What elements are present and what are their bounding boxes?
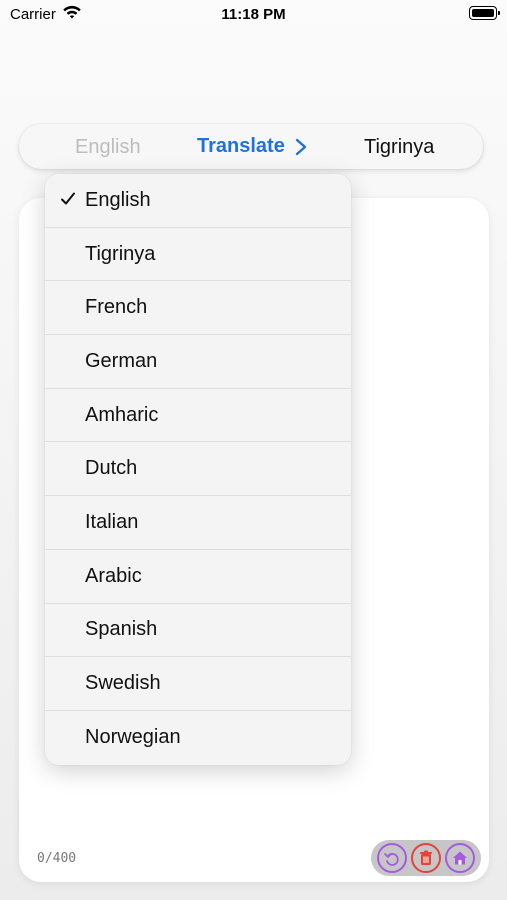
undo-icon [384, 853, 399, 866]
checkmark-icon [61, 192, 75, 205]
home-icon [453, 851, 467, 865]
menu-item-label: Italian [85, 510, 139, 533]
menu-item-label: Dutch [85, 457, 138, 480]
menu-item-italian[interactable]: Italian [45, 496, 351, 550]
undo-button[interactable] [377, 843, 407, 873]
menu-item-label: German [85, 349, 158, 372]
menu-item-label: Spanish [85, 618, 158, 641]
home-button[interactable] [445, 843, 475, 873]
language-dropdown-menu: English Tigrinya French German Amharic D… [45, 174, 351, 765]
source-language-button[interactable]: English [75, 136, 141, 159]
language-bar: English Translate Tigrinya [19, 124, 483, 169]
menu-item-swedish[interactable]: Swedish [45, 657, 351, 711]
menu-item-label: Amharic [85, 403, 159, 426]
translate-label: Translate [197, 135, 285, 157]
clear-button[interactable] [411, 843, 441, 873]
battery-icon [469, 6, 500, 20]
menu-item-label: English [85, 188, 151, 211]
menu-item-dutch[interactable]: Dutch [45, 442, 351, 497]
menu-item-french[interactable]: French [45, 281, 351, 336]
menu-item-label: Tigrinya [85, 242, 156, 265]
translate-button[interactable]: Translate [197, 135, 307, 158]
menu-item-german[interactable]: German [45, 335, 351, 389]
menu-item-label: Arabic [85, 564, 142, 587]
status-bar: Carrier 11:18 PM [0, 0, 507, 30]
menu-item-arabic[interactable]: Arabic [45, 550, 351, 604]
action-toolbar [371, 840, 481, 876]
chevron-right-icon [295, 138, 307, 155]
menu-item-label: Swedish [85, 672, 161, 695]
menu-item-tigrinya[interactable]: Tigrinya [45, 228, 351, 282]
menu-item-amharic[interactable]: Amharic [45, 389, 351, 443]
trash-icon [420, 850, 432, 865]
menu-item-label: French [85, 296, 148, 319]
menu-item-label: Norwegian [85, 726, 181, 749]
target-language-button[interactable]: Tigrinya [364, 136, 434, 159]
menu-item-english[interactable]: English [45, 174, 351, 228]
menu-item-norwegian[interactable]: Norwegian [45, 711, 351, 765]
clock: 11:18 PM [221, 6, 286, 23]
menu-item-spanish[interactable]: Spanish [45, 604, 351, 658]
character-counter: 0/400 [37, 851, 77, 866]
